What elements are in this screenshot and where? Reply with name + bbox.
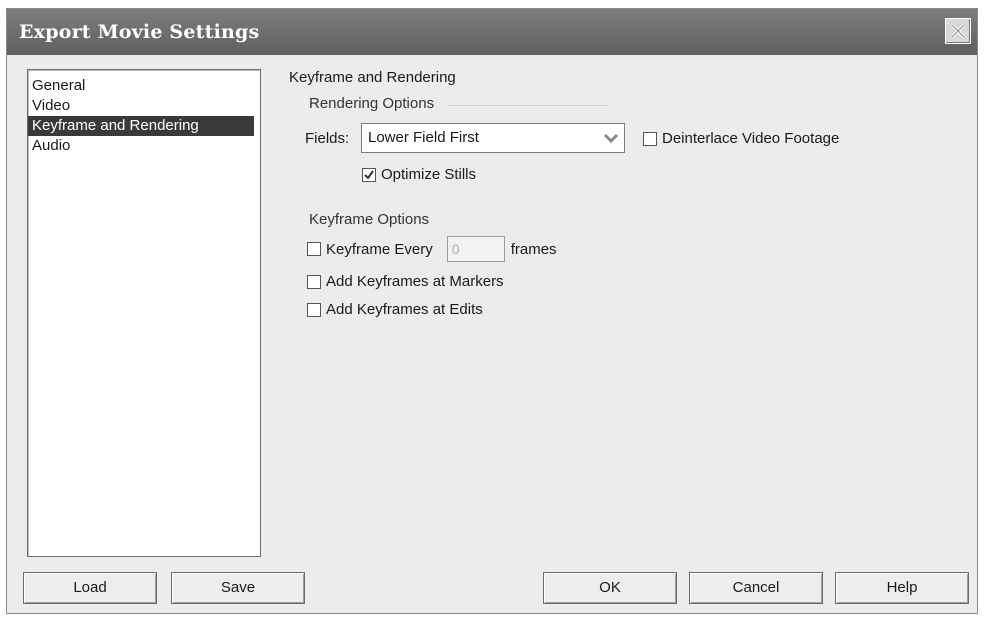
category-item-keyframe-and-rendering[interactable]: Keyframe and Rendering — [28, 116, 254, 136]
category-list[interactable]: General Video Keyframe and Rendering Aud… — [27, 69, 261, 557]
keyframe-interval-input[interactable]: 0 — [446, 236, 505, 262]
export-movie-settings-dialog: Export Movie Settings General Video Keyf… — [6, 8, 978, 614]
category-item-audio[interactable]: Audio — [28, 136, 254, 156]
save-button[interactable]: Save — [171, 572, 305, 604]
keyframes-at-edits-checkbox[interactable] — [307, 302, 321, 317]
rendering-options-group-label: Rendering Options — [309, 95, 435, 112]
fields-label: Fields: — [305, 130, 350, 147]
ok-button[interactable]: OK — [543, 572, 677, 604]
deinterlace-label: Deinterlace Video Footage — [662, 130, 840, 147]
checkmark-icon — [364, 169, 374, 180]
fields-dropdown[interactable]: Lower Field First — [361, 123, 625, 153]
deinterlace-checkbox[interactable] — [643, 131, 657, 146]
load-button[interactable]: Load — [23, 572, 157, 604]
category-item-general[interactable]: General — [28, 76, 254, 96]
rendering-options-divider — [447, 105, 607, 106]
keyframe-options-group-label: Keyframe Options — [309, 211, 430, 228]
frames-label: frames — [510, 240, 557, 258]
keyframes-at-markers-label: Add Keyframes at Markers — [326, 273, 504, 290]
deinterlace-checkbox-row[interactable]: Deinterlace Video Footage — [643, 130, 839, 147]
help-button[interactable]: Help — [835, 572, 969, 604]
keyframe-every-checkbox[interactable] — [307, 242, 321, 256]
optimize-stills-checkbox-row[interactable]: Optimize Stills — [362, 166, 476, 183]
fields-dropdown-value: Lower Field First — [368, 129, 479, 146]
category-item-video[interactable]: Video — [28, 96, 254, 116]
keyframes-at-markers-checkbox[interactable] — [307, 274, 321, 289]
optimize-stills-label: Optimize Stills — [381, 166, 477, 183]
keyframe-every-label: Keyframe Every — [326, 240, 433, 258]
keyframe-every-row[interactable]: Keyframe Every 0 frames — [307, 236, 557, 262]
title-bar[interactable]: Export Movie Settings — [7, 9, 977, 55]
optimize-stills-checkbox[interactable] — [362, 167, 376, 182]
window-title: Export Movie Settings — [19, 21, 260, 43]
section-title: Keyframe and Rendering — [289, 69, 456, 86]
chevron-down-icon[interactable] — [602, 130, 620, 146]
keyframes-at-edits-label: Add Keyframes at Edits — [326, 301, 483, 318]
close-button[interactable] — [945, 18, 971, 44]
keyframes-at-edits-row[interactable]: Add Keyframes at Edits — [307, 301, 483, 318]
close-icon — [950, 23, 966, 39]
keyframes-at-markers-row[interactable]: Add Keyframes at Markers — [307, 273, 504, 290]
cancel-button[interactable]: Cancel — [689, 572, 823, 604]
